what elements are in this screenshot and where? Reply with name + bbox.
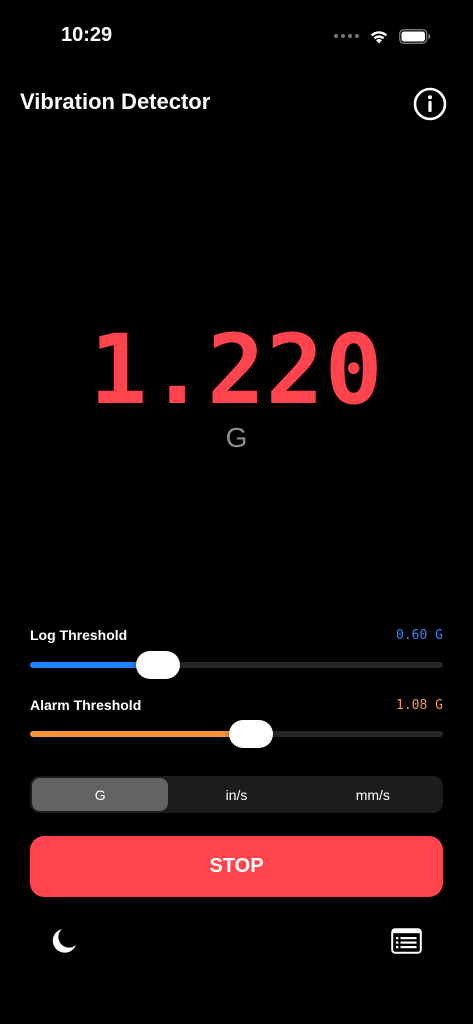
unit-segment-in-s[interactable]: in/s [168,778,304,811]
unit-segment-mm-s[interactable]: mm/s [305,778,441,811]
status-bar: 10:29 [0,0,473,70]
alarm-threshold-label: Alarm Threshold [30,697,142,713]
stop-button[interactable]: STOP [30,836,443,897]
log-threshold-label: Log Threshold [30,627,128,643]
night-mode-button[interactable] [49,926,79,956]
log-list-button[interactable] [391,928,422,954]
status-time: 10:29 [61,24,113,46]
app-title: Vibration Detector [20,89,211,114]
vibration-reading-unit: G [225,422,248,453]
moon-icon [52,929,76,953]
battery-icon [399,28,431,44]
cellular-dots-icon [334,34,359,38]
log-list-icon [391,928,422,954]
log-threshold-slider[interactable] [30,651,443,679]
log-threshold-thumb[interactable] [136,651,181,679]
unit-segmented-control: G in/s mm/s [30,776,443,813]
alarm-threshold-slider[interactable] [30,720,443,748]
alarm-threshold-value: 1.08 G [396,698,443,713]
status-icons [334,25,431,47]
alarm-threshold-fill [30,731,251,737]
wifi-icon [369,29,389,44]
vibration-reading-value: 1.220 [89,314,384,426]
info-button[interactable] [413,87,447,121]
info-icon [413,87,447,121]
unit-segment-g[interactable]: G [32,778,169,811]
alarm-threshold-thumb[interactable] [228,720,273,748]
log-threshold-value: 0.60 G [396,628,443,643]
